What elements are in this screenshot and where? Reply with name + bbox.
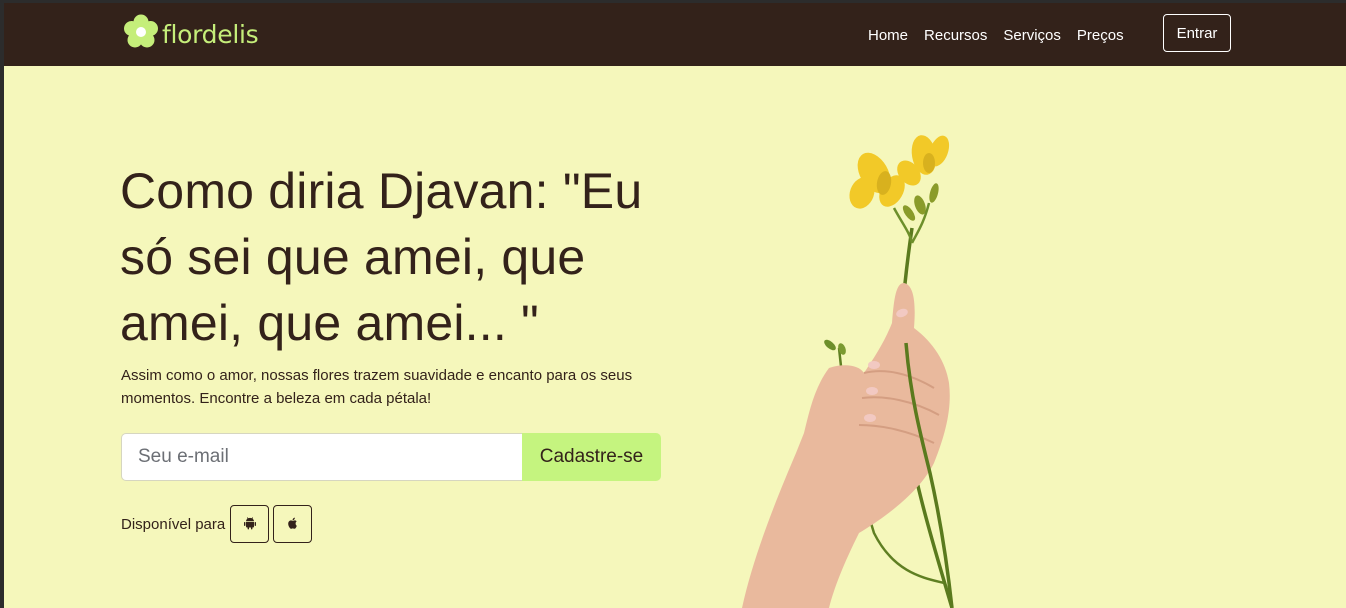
apple-store-button[interactable]: [273, 505, 313, 543]
signup-form: Cadastre-se: [121, 433, 661, 481]
nav-link-precos[interactable]: Preços: [1077, 27, 1124, 44]
android-store-button[interactable]: [230, 505, 270, 543]
email-input[interactable]: [121, 433, 522, 481]
brand-name: flordelis: [162, 19, 259, 49]
hero-title: Como diria Djavan: "Eu só sei que amei, …: [120, 163, 643, 351]
nav-link-recursos[interactable]: Recursos: [924, 27, 987, 44]
available-for: Disponível para: [121, 505, 313, 543]
available-label: Disponível para: [121, 515, 226, 533]
hero-image-flower-hand: [734, 133, 974, 608]
signup-button[interactable]: Cadastre-se: [522, 433, 661, 481]
apple-icon: [286, 516, 300, 533]
nav-links: Home Recursos Serviços Preços: [868, 23, 1124, 47]
android-icon: [243, 516, 257, 533]
hero-subtitle: Assim como o amor, nossas flores trazem …: [121, 367, 633, 407]
nav-link-home[interactable]: Home: [868, 27, 908, 44]
nav-link-servicos[interactable]: Serviços: [1003, 27, 1061, 44]
flower-icon: [123, 14, 159, 54]
login-button[interactable]: Entrar: [1163, 14, 1231, 52]
page: flordelis Home Recursos Serviços Preços …: [4, 3, 1346, 608]
brand-logo[interactable]: flordelis: [123, 14, 259, 54]
navbar: flordelis Home Recursos Serviços Preços …: [4, 3, 1346, 66]
